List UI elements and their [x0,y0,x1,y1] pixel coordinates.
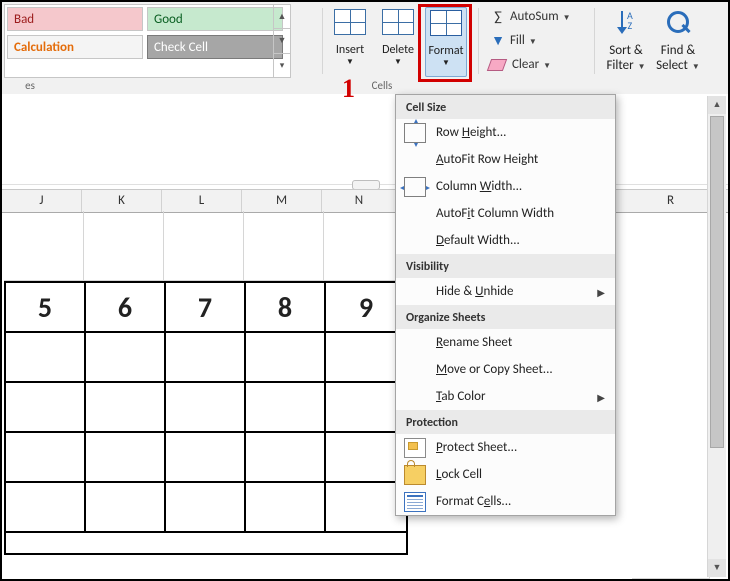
style-calculation[interactable]: Calculation [7,35,143,59]
empty-cell[interactable] [326,483,406,533]
delete-icon [382,9,414,35]
insert-icon [334,9,366,35]
menu-header-visibility: Visibility [396,254,615,278]
scrollbar-thumb[interactable] [710,116,724,448]
menu-header-cell-size: Cell Size [396,95,615,119]
empty-cell[interactable] [246,433,326,483]
dropdown-arrow-icon[interactable]: ▼ [426,58,466,68]
empty-cell[interactable] [86,383,166,433]
menu-header-protection: Protection [396,410,615,434]
gallery-more-icon[interactable]: ▾ [274,54,290,77]
sigma-icon: ∑ [489,6,507,28]
empty-cell[interactable] [326,333,406,383]
menu-hide-unhide[interactable]: Hide & Unhide ▶ [396,278,615,305]
empty-cell[interactable] [166,333,246,383]
menu-tab-color[interactable]: Tab Color ▶ [396,383,615,410]
menu-move-copy-sheet[interactable]: Move or Copy Sheet... [396,356,615,383]
format-icon [430,10,462,36]
dropdown-arrow-icon[interactable]: ▼ [329,57,371,67]
column-header-L[interactable]: L [162,190,242,212]
menu-row-height[interactable]: Row Height... [396,119,615,146]
empty-cell[interactable] [86,433,166,483]
cell-value[interactable]: 6 [86,283,166,333]
dropdown-arrow-icon[interactable]: ▼ [377,57,419,67]
empty-cell[interactable] [166,433,246,483]
clear-button[interactable]: Clear▼ [489,54,551,76]
column-header-N[interactable]: N [322,190,397,212]
cell-value[interactable]: 9 [326,283,406,333]
scroll-up-icon[interactable]: ▲ [274,5,290,29]
menu-lock-cell[interactable]: Lock Cell [396,461,615,488]
empty-cell[interactable] [166,383,246,433]
empty-cell[interactable] [246,333,326,383]
column-header-R[interactable]: R [632,190,710,212]
scroll-down-icon[interactable]: ▼ [274,29,290,53]
protect-sheet-icon [404,438,426,458]
empty-cell[interactable] [326,383,406,433]
column-header-J[interactable]: J [2,190,82,212]
scroll-up-button[interactable]: ▲ [708,96,726,114]
lock-icon [404,465,426,485]
cell-value[interactable]: 8 [246,283,326,333]
empty-cell[interactable] [6,333,86,383]
menu-format-cells[interactable]: Format Cells... [396,488,615,515]
empty-cell[interactable] [86,483,166,533]
magnifier-icon [663,9,693,39]
menu-autofit-row-height[interactable]: AutoFit Row Height [396,146,615,173]
submenu-arrow-icon: ▶ [597,391,605,404]
menu-header-organize: Organize Sheets [396,305,615,329]
empty-cell[interactable] [86,333,166,383]
style-check-cell[interactable]: Check Cell [147,35,283,59]
formula-bar-area [2,94,728,190]
fill-button[interactable]: ▼ Fill▼ [489,30,537,52]
empty-cell[interactable] [246,383,326,433]
sort-filter-button[interactable]: AZ Sort &Filter▼ [602,7,650,77]
cell-value[interactable]: 5 [6,283,86,333]
style-good[interactable]: Good [147,7,283,31]
eraser-icon [487,59,507,71]
format-menu: Cell Size Row Height... AutoFit Row Heig… [395,94,616,516]
empty-cell[interactable] [326,433,406,483]
empty-cell[interactable] [166,483,246,533]
menu-rename-sheet[interactable]: Rename Sheet [396,329,615,356]
format-button[interactable]: Format ▼ [425,7,467,77]
style-bad[interactable]: Bad [7,7,143,31]
empty-cell[interactable] [246,483,326,533]
menu-protect-sheet[interactable]: Protect Sheet... [396,434,615,461]
row-height-icon [404,123,426,143]
styles-group-label: es [4,79,56,92]
vertical-scrollbar[interactable]: ▲ ▼ [707,96,726,577]
ribbon: Bad Good Calculation Check Cell ▲ ▼ ▾ es… [2,2,728,95]
cell-styles-scroll[interactable]: ▲ ▼ ▾ [273,5,290,77]
cell-value[interactable]: 7 [166,283,246,333]
column-header-M[interactable]: M [242,190,322,212]
find-select-button[interactable]: Find &Select▼ [654,7,702,77]
cell-styles-gallery[interactable]: Bad Good Calculation Check Cell ▲ ▼ ▾ [4,4,291,78]
delete-button[interactable]: Delete ▼ [377,7,419,77]
menu-autofit-column-width[interactable]: AutoFit Column Width [396,200,615,227]
scroll-down-button[interactable]: ▼ [708,559,726,577]
empty-cell[interactable] [6,383,86,433]
column-header-K[interactable]: K [82,190,162,212]
fill-down-icon: ▼ [489,30,507,52]
menu-default-width[interactable]: Default Width... [396,227,615,254]
format-cells-icon [404,492,426,512]
empty-cell[interactable] [6,483,86,533]
insert-button[interactable]: Insert ▼ [329,7,371,77]
autosum-button[interactable]: ∑ AutoSum▼ [489,6,571,28]
column-width-icon [404,177,426,197]
empty-cell[interactable] [6,433,86,483]
submenu-arrow-icon: ▶ [597,286,605,299]
menu-column-width[interactable]: Column Width... [396,173,615,200]
column-headers: JKLMN R [2,189,730,213]
data-region: 56789 [4,281,408,555]
cells-group-label: Cells [360,79,404,92]
sort-icon: AZ [611,9,641,39]
